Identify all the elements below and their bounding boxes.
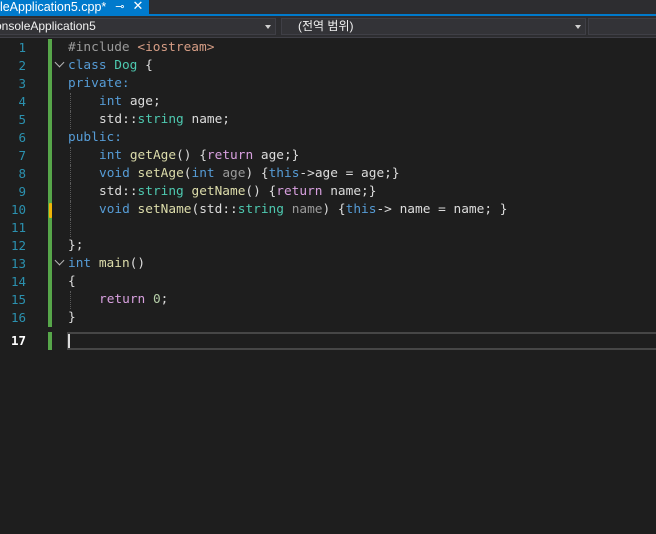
saved-change-marker [48,75,52,93]
unsaved-change-marker [49,203,52,218]
indent-guide [70,219,71,237]
indent-guide [70,93,71,111]
saved-change-marker [48,291,52,309]
line-number-current: 17 [10,333,26,348]
project-dropdown[interactable]: onsoleApplication5 [0,18,276,35]
line-number: 4 [18,94,26,109]
code-line: 15 return 0; [0,291,656,309]
code-line: 8 void setAge(int age) {this->age = age;… [0,165,656,183]
indent-guide [70,111,71,129]
saved-change-marker [48,219,52,237]
code-line: 5 std::string name; [0,111,656,129]
code-line: 3 private: [0,75,656,93]
code-text: { [68,274,76,289]
line-number: 16 [10,310,26,325]
code-text: void setAge(int age) {this->age = age;} [99,166,400,181]
code-text: std::string getName() {return name;} [99,184,377,199]
code-line: 1 #include <iostream> [0,39,656,57]
navigation-bar: onsoleApplication5 (전역 범위) [0,16,656,38]
code-text: #include <iostream> [68,40,215,55]
saved-change-marker [48,39,52,57]
code-text: public: [68,130,122,145]
code-line: 6 public: [0,129,656,147]
saved-change-marker [48,183,52,201]
saved-change-marker [48,147,52,165]
collapse-chevron-icon[interactable] [54,255,65,266]
pin-icon[interactable]: ⊸ [115,0,124,14]
code-text: } [68,310,76,325]
code-text: int getAge() {return age;} [99,148,300,163]
code-text: class Dog { [68,58,153,73]
line-number: 10 [10,202,26,217]
line-number: 3 [18,76,26,91]
saved-change-marker [48,237,52,255]
project-dropdown-value: onsoleApplication5 [0,19,96,33]
saved-change-marker [48,273,52,291]
saved-change-marker [48,332,52,350]
saved-change-marker [48,111,52,129]
line-number: 15 [10,292,26,307]
document-tab-active[interactable]: oleApplication5.cpp* ⊸ ✕ [0,0,150,14]
line-number: 8 [18,166,26,181]
code-line: 14 { [0,273,656,291]
chevron-down-icon [575,25,581,29]
chevron-down-icon [265,25,271,29]
saved-change-marker [48,165,52,183]
saved-change-marker [48,93,52,111]
code-line: 9 std::string getName() {return name;} [0,183,656,201]
scope-dropdown-value: (전역 범위) [298,19,354,33]
line-number: 6 [18,130,26,145]
code-line: 2 class Dog { [0,57,656,75]
code-line: 4 int age; [0,93,656,111]
saved-change-marker [48,57,52,75]
line-number: 11 [10,220,26,235]
code-text: private: [68,76,130,91]
saved-change-marker [48,129,52,147]
code-text: }; [68,238,84,253]
line-number: 12 [10,238,26,253]
current-line-highlight [67,332,656,350]
line-number: 7 [18,148,26,163]
indent-guide [70,201,71,219]
indent-guide [70,291,71,309]
close-icon[interactable]: ✕ [133,0,144,14]
line-number: 1 [18,40,26,55]
line-number: 14 [10,274,26,289]
code-line: 12 }; [0,237,656,255]
line-number: 2 [18,58,26,73]
line-number: 13 [10,256,26,271]
document-tab-strip: oleApplication5.cpp* ⊸ ✕ [0,0,656,16]
member-dropdown[interactable] [588,18,656,35]
indent-guide [70,165,71,183]
code-text: int age; [99,94,161,109]
scope-dropdown[interactable]: (전역 범위) [281,18,586,35]
code-text: int main() [68,256,146,271]
code-line: 11 [0,219,656,237]
code-text: return 0; [99,292,169,307]
code-line: 16 } [0,309,656,327]
code-line: 13 int main() [0,255,656,273]
code-text: std::string name; [99,112,231,127]
saved-change-marker [48,255,52,273]
collapse-chevron-icon[interactable] [54,57,65,68]
code-line: 7 int getAge() {return age;} [0,147,656,165]
line-number: 9 [18,184,26,199]
code-editor[interactable]: 1 #include <iostream> 2 class Dog { 3 pr… [0,38,656,534]
code-text: void setName(std::string name) {this-> n… [99,202,508,217]
code-line: 10 void setName(std::string name) {this-… [0,201,656,219]
indent-guide [70,147,71,165]
text-caret [68,334,70,348]
line-number: 5 [18,112,26,127]
saved-change-marker [48,309,52,327]
indent-guide [70,183,71,201]
tab-title: oleApplication5.cpp* [0,0,107,14]
code-line-current[interactable]: 17 [0,332,656,350]
